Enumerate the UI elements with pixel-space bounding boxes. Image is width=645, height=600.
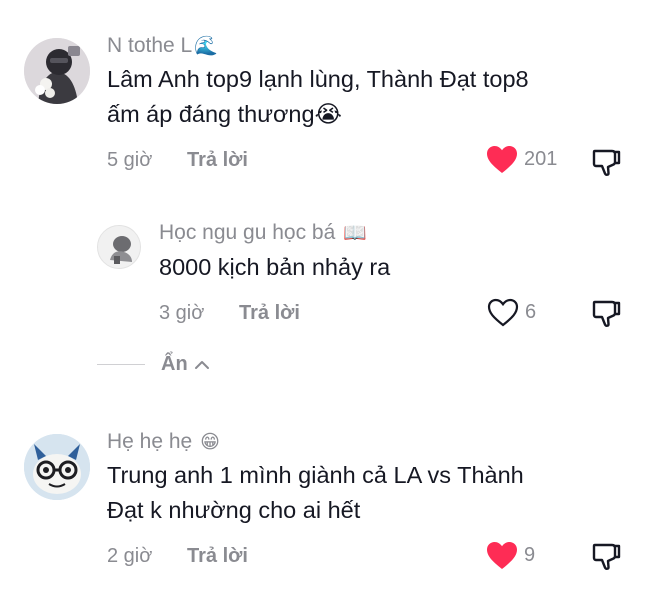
hide-replies-row: Ẩn bbox=[97, 353, 210, 376]
grin-emoji: 😁 bbox=[200, 432, 220, 453]
comment-author[interactable]: Học ngu gu học bá 📖 bbox=[159, 221, 367, 245]
like-button[interactable]: 9 bbox=[486, 541, 535, 570]
heart-filled-icon bbox=[487, 542, 517, 569]
reply-button[interactable]: Trả lời bbox=[239, 302, 300, 325]
comment-text: Lâm Anh top9 lạnh lùng, Thành Đạt top8 ấ… bbox=[107, 66, 529, 127]
avatar[interactable] bbox=[97, 225, 141, 269]
comment-author[interactable]: N tothe L 🌊 bbox=[107, 34, 218, 58]
dislike-button[interactable] bbox=[592, 147, 622, 182]
reply-button[interactable]: Trả lời bbox=[187, 545, 248, 568]
like-button[interactable]: 201 bbox=[486, 145, 557, 174]
like-count: 9 bbox=[524, 544, 536, 566]
comment-text: Trung anh 1 mình giành cả LA vs Thành Đạ… bbox=[107, 462, 524, 523]
comment-time: 3 giờ bbox=[159, 302, 205, 324]
heart-outline-icon bbox=[487, 298, 519, 327]
avatar-image bbox=[24, 434, 90, 500]
like-count: 6 bbox=[525, 301, 537, 323]
chevron-up-icon bbox=[194, 360, 209, 369]
avatar[interactable] bbox=[24, 38, 90, 104]
dislike-icon bbox=[592, 149, 621, 176]
comment-time: 5 giờ bbox=[107, 149, 153, 171]
dislike-button[interactable] bbox=[592, 298, 622, 333]
like-button[interactable]: 6 bbox=[487, 298, 536, 327]
comment-text: 8000 kịch bản nhảy ra bbox=[159, 254, 391, 280]
heart-filled-icon bbox=[487, 146, 517, 173]
avatar-image bbox=[24, 38, 90, 104]
like-count: 201 bbox=[524, 148, 558, 170]
hide-replies-button[interactable]: Ẩn bbox=[161, 353, 210, 376]
comment-author[interactable]: Hẹ hẹ hẹ 😁 bbox=[107, 430, 220, 454]
comment-time: 2 giờ bbox=[107, 545, 153, 567]
dislike-button[interactable] bbox=[592, 541, 622, 576]
dislike-icon bbox=[592, 543, 621, 570]
avatar[interactable] bbox=[24, 434, 90, 500]
book-emoji: 📖 bbox=[343, 223, 367, 244]
reply-button[interactable]: Trả lời bbox=[187, 149, 248, 172]
divider bbox=[97, 364, 145, 365]
avatar-image bbox=[98, 226, 140, 268]
wave-emoji: 🌊 bbox=[194, 36, 218, 57]
dislike-icon bbox=[592, 300, 621, 327]
